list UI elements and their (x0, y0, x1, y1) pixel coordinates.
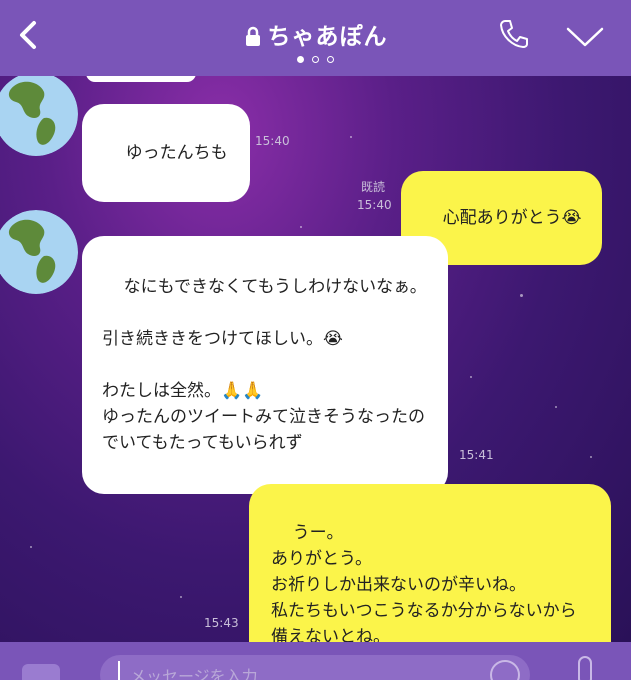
read-receipt: 既読 (361, 180, 386, 194)
message-input-placeholder: メッセージを入力 (130, 667, 258, 680)
message-text: 心配ありがとう😭 (442, 208, 582, 228)
page-dot (327, 56, 334, 63)
microphone-icon[interactable] (578, 656, 592, 680)
message-timestamp: 15:40 (255, 134, 290, 148)
plus-icon[interactable] (22, 664, 60, 680)
background-star (590, 456, 592, 458)
contact-avatar[interactable] (0, 210, 78, 294)
message-text: うー。 ありがとう。 お祈りしか出来ないのが辛いね。 私たちもいつこうなるか分か… (271, 523, 577, 642)
background-star (350, 136, 352, 138)
message-bubble[interactable]: なにもできなくてもうしわけないなぁ。 引き続ききをつけてほしい。😭 わたしは全然… (82, 236, 448, 494)
previous-message-bubble[interactable] (86, 76, 196, 82)
background-star (30, 546, 32, 548)
chat-title[interactable]: ちゃあぽん (0, 17, 631, 51)
contact-avatar[interactable] (0, 76, 78, 156)
message-bubble[interactable]: うー。 ありがとう。 お祈りしか出来ないのが辛いね。 私たちもいつこうなるか分か… (249, 484, 611, 642)
background-star (555, 406, 557, 408)
message-input[interactable]: メッセージを入力 (100, 655, 530, 680)
message-input-bar: メッセージを入力 (0, 642, 631, 680)
background-star (180, 596, 182, 598)
message-timestamp: 15:43 (204, 616, 239, 630)
page-indicator (0, 56, 631, 63)
message-bubble[interactable]: ゆったんちも (82, 104, 250, 202)
background-star (470, 376, 472, 378)
chat-area[interactable]: ゆったんちも 15:40 既読 15:40 心配ありがとう😭 なにもできなくても… (0, 76, 631, 642)
lock-icon (245, 26, 260, 46)
phone-icon[interactable] (498, 18, 530, 50)
message-text: ゆったんちも (125, 143, 228, 163)
background-star (520, 294, 523, 297)
page-dot (297, 56, 304, 63)
background-star (300, 226, 302, 228)
chat-title-text: ちゃあぽん (267, 24, 388, 50)
page-dot (312, 56, 319, 63)
message-timestamp: 15:41 (459, 448, 494, 462)
message-text: なにもできなくてもうしわけないなぁ。 引き続ききをつけてほしい。😭 わたしは全然… (102, 277, 427, 453)
text-cursor (118, 661, 120, 680)
chevron-down-icon[interactable] (566, 26, 604, 48)
chat-header: ちゃあぽん (0, 0, 631, 76)
message-timestamp: 15:40 (357, 198, 392, 212)
